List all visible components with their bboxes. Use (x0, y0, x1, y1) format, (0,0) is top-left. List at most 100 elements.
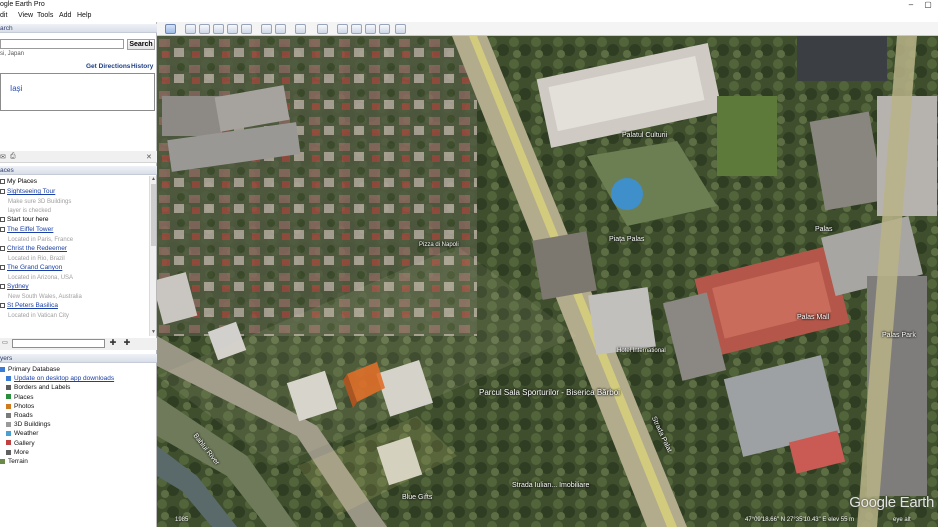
layer-item[interactable]: More (6, 449, 29, 457)
place-item[interactable]: Start tour here (0, 216, 49, 224)
map-label-hotel[interactable]: Hotel International (617, 348, 666, 354)
print-map-icon[interactable] (351, 24, 362, 34)
close-icon[interactable]: ✕ (146, 153, 152, 161)
map-label-palace[interactable]: Palatul Culturii (622, 132, 667, 139)
google-earth-watermark: Google Earth (849, 494, 934, 511)
map-label-park[interactable]: Parcul Sala Sporturilor - Biserica Bărbo… (479, 388, 620, 397)
places-toolbar: ✉ ⎙ ✕ (0, 151, 157, 163)
layer-item[interactable]: Terrain (0, 458, 28, 466)
place-item[interactable]: St Peters Basilica (0, 302, 58, 310)
layer-item[interactable]: Places (6, 394, 34, 402)
info-icon (6, 375, 11, 381)
place-description: Located in Rio, Brazil (8, 255, 65, 263)
search-result-item[interactable]: Iași (10, 84, 22, 93)
menu-edit[interactable]: dit (0, 12, 7, 19)
map-label-palas[interactable]: Palas (815, 226, 833, 233)
path-icon[interactable] (213, 24, 224, 34)
layer-item[interactable]: 3D Buildings (6, 421, 51, 429)
scroll-up-icon[interactable]: ▲ (150, 176, 157, 183)
layer-item[interactable]: Gallery (6, 440, 35, 448)
place-label: St Peters Basilica (7, 302, 58, 309)
place-checkbox[interactable] (0, 178, 5, 184)
place-checkbox[interactable] (0, 302, 5, 308)
places-panel-header[interactable]: aces (0, 166, 157, 175)
email-icon[interactable]: ✉ (0, 153, 6, 161)
map-label-palas-park[interactable]: Palas Park (882, 332, 916, 339)
sidebar-toggle-icon[interactable] (165, 24, 176, 34)
map-label-piata-palas[interactable]: Piața Palas (609, 236, 644, 243)
place-label: Located in Rio, Brazil (8, 256, 65, 262)
print-icon[interactable]: ⎙ (10, 153, 16, 161)
places-search-input[interactable] (12, 339, 105, 348)
menu-add[interactable]: Add (59, 12, 71, 19)
place-item[interactable]: Sydney (0, 283, 29, 291)
email-map-icon[interactable] (337, 24, 348, 34)
menu-help[interactable]: Help (77, 12, 91, 19)
history-link[interactable]: History (131, 63, 153, 70)
place-checkbox[interactable] (0, 188, 5, 194)
place-item[interactable]: Sightseeing Tour (0, 188, 55, 196)
view-in-maps-icon[interactable] (379, 24, 390, 34)
restore-icon[interactable]: ▢ (920, 0, 936, 11)
placemark-icon[interactable] (185, 24, 196, 34)
up-arrow-icon[interactable]: ✚ (108, 338, 118, 348)
menu-view[interactable]: View (18, 12, 33, 19)
search-panel-header[interactable]: arch (0, 24, 157, 33)
place-label: Located in Paris, France (8, 237, 74, 243)
minimize-icon[interactable]: – (903, 0, 919, 11)
place-label: Start tour here (7, 216, 49, 223)
layers-panel-header[interactable]: yers (0, 354, 157, 363)
satellite-imagery (157, 36, 938, 527)
image-overlay-icon[interactable] (227, 24, 238, 34)
record-tour-icon[interactable] (241, 24, 252, 34)
place-item[interactable]: My Places (0, 178, 37, 186)
earth-gallery-icon[interactable] (395, 24, 406, 34)
place-checkbox[interactable] (0, 226, 5, 232)
layer-item[interactable]: Update on desktop app downloads (6, 375, 114, 383)
place-checkbox[interactable] (0, 245, 5, 251)
map-label-blue-gifts[interactable]: Blue Gifts (402, 494, 432, 501)
layer-item[interactable]: Weather (6, 430, 38, 438)
place-label: Sightseeing Tour (7, 188, 56, 195)
place-item[interactable]: The Eiffel Tower (0, 226, 53, 234)
polygon-icon[interactable] (199, 24, 210, 34)
map-label-palas-mall[interactable]: Palas Mall (797, 314, 829, 321)
places-list: My Places Sightseeing Tour Make sure 3D Bu… (0, 176, 149, 336)
globe-icon (0, 366, 5, 372)
buildings-icon (6, 421, 11, 427)
ruler-icon[interactable] (317, 24, 328, 34)
more-icon (6, 449, 11, 455)
panel-toggle-icon[interactable]: ▭ (0, 338, 10, 348)
search-input[interactable] (0, 39, 124, 49)
place-checkbox[interactable] (0, 283, 5, 289)
map-label-street[interactable]: Strada Iulian... Imobiliare (512, 482, 589, 489)
search-results: Iași (0, 73, 155, 111)
scroll-down-icon[interactable]: ▼ (150, 329, 157, 336)
search-location-hint: si, Japan (0, 51, 25, 57)
place-label: The Grand Canyon (7, 264, 63, 271)
search-button[interactable]: Search (127, 39, 155, 50)
sun-icon[interactable] (275, 24, 286, 34)
layer-item[interactable]: Borders and Labels (6, 384, 70, 392)
down-arrow-icon[interactable]: ✚ (122, 338, 132, 348)
place-item[interactable]: Christ the Redeemer (0, 245, 67, 253)
map-label-pizza[interactable]: Pizza di Napoli (419, 242, 459, 248)
place-item[interactable]: The Grand Canyon (0, 264, 62, 272)
map-view[interactable]: Palatul Culturii Palas Piața Palas Palas… (157, 36, 938, 527)
places-scrollbar[interactable]: ▲ ▼ (149, 176, 156, 336)
menu-tools[interactable]: Tools (37, 12, 53, 19)
save-image-icon[interactable] (365, 24, 376, 34)
layer-item[interactable]: Roads (6, 412, 33, 420)
place-checkbox[interactable] (0, 264, 5, 270)
layer-item[interactable]: Primary Database (0, 366, 60, 374)
scroll-thumb[interactable] (151, 184, 156, 246)
historical-imagery-icon[interactable] (261, 24, 272, 34)
layer-label: Places (14, 393, 34, 401)
get-directions-link[interactable]: Get Directions (86, 63, 130, 70)
planets-icon[interactable] (295, 24, 306, 34)
place-checkbox[interactable] (0, 216, 5, 222)
layer-item[interactable]: Photos (6, 403, 34, 411)
place-description: Located in Paris, France (8, 236, 73, 244)
layer-label: Gallery (14, 439, 35, 447)
layer-label: 3D Buildings (14, 421, 51, 429)
